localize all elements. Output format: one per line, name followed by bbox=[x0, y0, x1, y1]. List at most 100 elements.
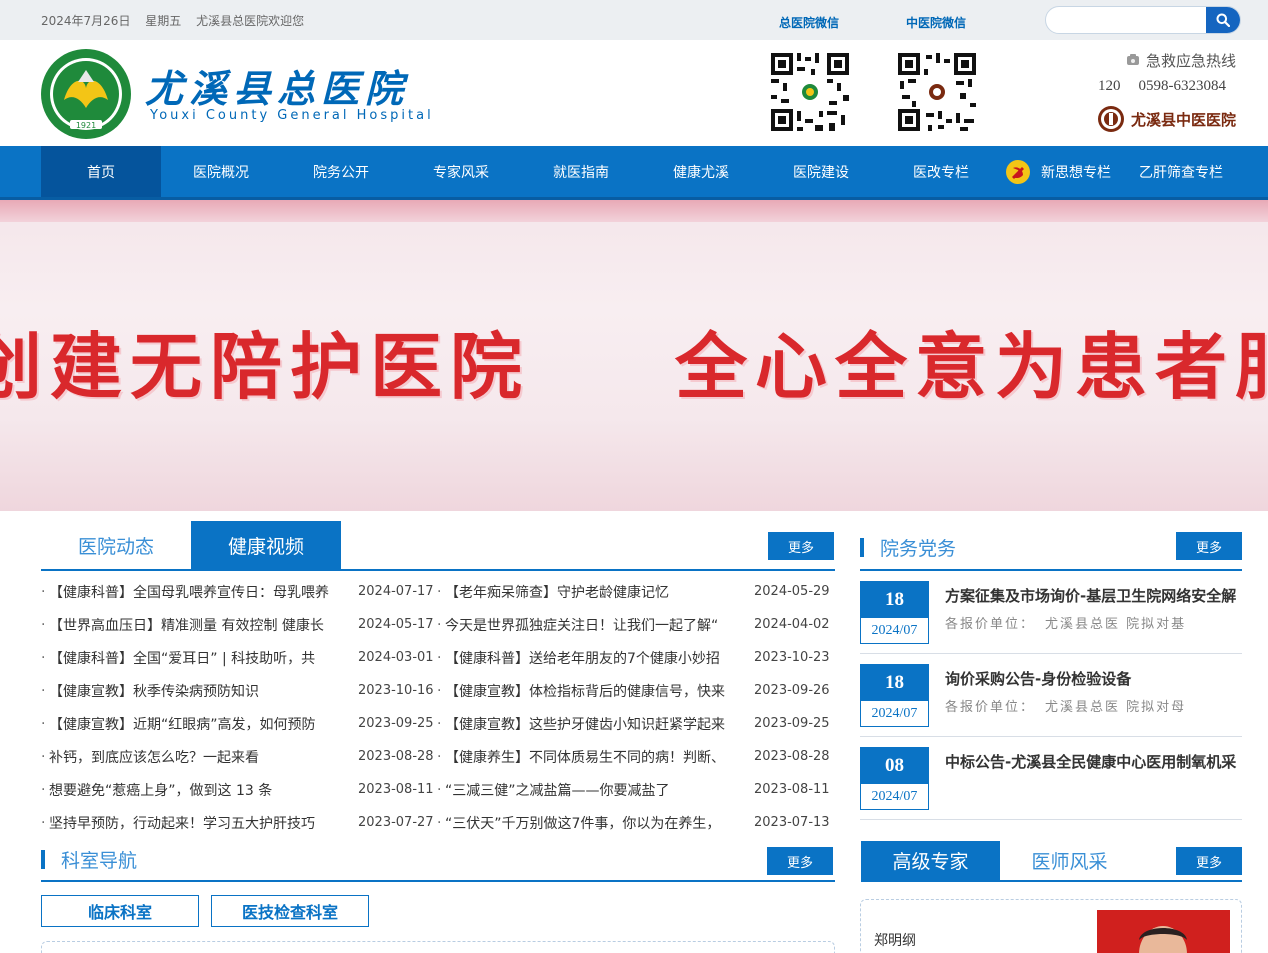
news-title[interactable]: 【健康宣教】近期“红眼病”高发，如何预防 bbox=[49, 714, 348, 734]
news-date: 2024-07-17 bbox=[358, 584, 434, 599]
party-more-button[interactable]: 更多 bbox=[1176, 532, 1242, 560]
medical-tech-dept-button[interactable]: 医技检查科室 bbox=[211, 895, 369, 927]
nav-experts[interactable]: 专家风采 bbox=[401, 146, 521, 197]
news-list-item[interactable]: · “三减三健”之减盐篇——你要减盐了 2023-08-11 bbox=[437, 773, 834, 806]
bullet-icon: · bbox=[437, 715, 442, 732]
current-date: 2024年7月26日 bbox=[41, 14, 131, 28]
news-more-button[interactable]: 更多 bbox=[768, 532, 834, 560]
hotline-short-number: 120 bbox=[1098, 78, 1121, 94]
news-list-item[interactable]: · 补钙，到底应该怎么吃？一起来看 2023-08-28 bbox=[41, 740, 438, 773]
news-title[interactable]: “三伏天”千万别做这7件事，你以为在养生， bbox=[445, 813, 744, 833]
party-list-item[interactable]: 08 2024/07 中标公告-尤溪县全民健康中心医用制氧机采 bbox=[860, 747, 1242, 811]
news-list-item[interactable]: · 想要避免“惹癌上身”，做到这 13 条 2023-08-11 bbox=[41, 773, 438, 806]
banner-slogan-left: 创建无陪护医院 bbox=[0, 324, 531, 409]
news-list-item[interactable]: · 【老年痴呆筛查】守护老龄健康记忆 2024-05-29 bbox=[437, 575, 834, 608]
news-list-item[interactable]: · 坚持早预防，行动起来！学习五大护肝技巧 2023-07-27 bbox=[41, 806, 438, 839]
party-list-item[interactable]: 18 2024/07 方案征集及市场询价-基层卫生院网络安全解 各报价单位： 尤溪县总医… bbox=[860, 581, 1242, 645]
expert-photo[interactable] bbox=[1097, 910, 1230, 953]
news-date: 2023-09-26 bbox=[754, 683, 830, 698]
news-list-item[interactable]: · 【健康养生】不同体质易生不同的病！判断、 2023-08-28 bbox=[437, 740, 834, 773]
hospital-emblem-icon[interactable]: 1921 bbox=[40, 48, 132, 140]
party-list-item[interactable]: 18 2024/07 询价采购公告-身份检验设备 各报价单位： 尤溪县总医 院拟对母 bbox=[860, 664, 1242, 728]
bullet-icon: · bbox=[41, 748, 46, 765]
tab-physician-profile[interactable]: 医师风采 bbox=[1000, 841, 1139, 880]
bullet-icon: · bbox=[437, 649, 442, 666]
news-list-item[interactable]: · 【健康宣教】体检指标背后的健康信号，快来 2023-09-26 bbox=[437, 674, 834, 707]
search-input[interactable] bbox=[1046, 7, 1208, 33]
expert-portrait-image bbox=[1097, 910, 1230, 953]
tcm-hospital-wechat-link[interactable]: 中医院微信 bbox=[906, 14, 966, 31]
tab-health-video[interactable]: 健康视频 bbox=[191, 521, 341, 569]
party-item-title[interactable]: 中标公告-尤溪县全民健康中心医用制氧机采 bbox=[945, 751, 1242, 772]
banner-top-band bbox=[0, 200, 1268, 222]
hero-banner[interactable]: 创建无陪护医院 全心全意为患者服务 bbox=[0, 200, 1268, 511]
phone-icon bbox=[1127, 54, 1139, 65]
nav-hepatitis-screening[interactable]: 乙肝筛查专栏 bbox=[1121, 146, 1241, 197]
bullet-icon: · bbox=[41, 616, 46, 633]
tab-hospital-news[interactable]: 医院动态 bbox=[41, 521, 191, 569]
news-title[interactable]: 补钙，到底应该怎么吃？一起来看 bbox=[49, 747, 348, 767]
date-day: 18 bbox=[861, 582, 928, 618]
news-list-item[interactable]: · 【世界高血压日】精准测量 有效控制 健康长 2024-05-17 bbox=[41, 608, 438, 641]
hospital-name-cn[interactable]: 尤溪县总医院 bbox=[145, 58, 409, 113]
news-title[interactable]: 【健康宣教】秋季传染病预防知识 bbox=[49, 681, 348, 701]
news-title[interactable]: 【健康科普】送给老年朋友的7个健康小妙招 bbox=[445, 648, 744, 668]
news-title[interactable]: 【健康养生】不同体质易生不同的病！判断、 bbox=[445, 747, 744, 767]
news-date: 2023-07-27 bbox=[358, 815, 434, 830]
news-list-item[interactable]: · 【健康宣教】近期“红眼病”高发，如何预防 2023-09-25 bbox=[41, 707, 438, 740]
summary-label: 各报价单位： bbox=[945, 700, 1036, 715]
news-title[interactable]: 【健康科普】全国“爱耳日” | 科技助听，共 bbox=[49, 648, 348, 668]
news-title[interactable]: “三减三健”之减盐篇——你要减盐了 bbox=[445, 780, 744, 800]
party-item-title[interactable]: 方案征集及市场询价-基层卫生院网络安全解 bbox=[945, 585, 1242, 606]
top-bar: 2024年7月26日 星期五 尤溪县总医院欢迎您 总医院微信 中医院微信 bbox=[0, 0, 1268, 40]
news-title[interactable]: 【健康科普】全国母乳喂养宣传日：母乳喂养 bbox=[49, 582, 348, 602]
news-title[interactable]: 【健康宣教】体检指标背后的健康信号，快来 bbox=[445, 681, 744, 701]
experts-more-button[interactable]: 更多 bbox=[1176, 847, 1242, 875]
party-item-title[interactable]: 询价采购公告-身份检验设备 bbox=[945, 668, 1242, 689]
news-title[interactable]: 想要避免“惹癌上身”，做到这 13 条 bbox=[49, 780, 348, 800]
news-list-item[interactable]: · 【健康科普】送给老年朋友的7个健康小妙招 2023-10-23 bbox=[437, 641, 834, 674]
clinical-dept-button[interactable]: 临床科室 bbox=[41, 895, 199, 927]
date-day: 18 bbox=[861, 665, 928, 701]
general-hospital-wechat-link[interactable]: 总医院微信 bbox=[779, 14, 839, 31]
news-title[interactable]: 【健康宣教】这些护牙健齿小知识赶紧学起来 bbox=[445, 714, 744, 734]
nav-hospital-building[interactable]: 医院建设 bbox=[761, 146, 881, 197]
welcome-text: 2024年7月26日 星期五 尤溪县总医院欢迎您 bbox=[41, 12, 315, 29]
dept-header: 科室导航 bbox=[41, 836, 835, 882]
tcm-hospital-link[interactable]: 尤溪县中医医院 bbox=[1097, 105, 1236, 133]
nav-new-thought-column[interactable]: 新思想专栏 bbox=[1001, 146, 1121, 197]
news-list-item[interactable]: · 【健康宣教】这些护牙健齿小知识赶紧学起来 2023-09-25 bbox=[437, 707, 834, 740]
nav-reform-column[interactable]: 医改专栏 bbox=[881, 146, 1001, 197]
news-list-item[interactable]: · 【健康科普】全国母乳喂养宣传日：母乳喂养 2024-07-17 bbox=[41, 575, 438, 608]
news-list-item[interactable]: · “三伏天”千万别做这7件事，你以为在养生， 2023-07-13 bbox=[437, 806, 834, 839]
emergency-hotline-title: 急救应急热线 bbox=[1126, 50, 1236, 71]
news-date: 2023-10-23 bbox=[754, 650, 830, 665]
nav-hospital-overview[interactable]: 医院概况 bbox=[161, 146, 281, 197]
nav-new-thought-label: 新思想专栏 bbox=[1041, 164, 1111, 181]
divider bbox=[860, 819, 1242, 820]
news-title[interactable]: 【世界高血压日】精准测量 有效控制 健康长 bbox=[49, 615, 348, 635]
bullet-icon: · bbox=[41, 781, 46, 798]
news-list-item[interactable]: · 今天是世界孤独症关注日！让我们一起了解“ 2024-04-02 bbox=[437, 608, 834, 641]
site-header: 1921 尤溪县总医院 Youxi County General Hospita… bbox=[0, 40, 1268, 146]
expert-name[interactable]: 郑明纲 bbox=[874, 930, 916, 950]
news-list-item[interactable]: · 【健康科普】全国“爱耳日” | 科技助听，共 2024-03-01 bbox=[41, 641, 438, 674]
news-date: 2024-05-29 bbox=[754, 584, 830, 599]
news-date: 2023-08-11 bbox=[754, 782, 830, 797]
date-day: 08 bbox=[861, 748, 928, 784]
summary-label: 各报价单位： bbox=[945, 617, 1036, 632]
bullet-icon: · bbox=[437, 616, 442, 633]
news-list-item[interactable]: · 【健康宣教】秋季传染病预防知识 2023-10-16 bbox=[41, 674, 438, 707]
divider bbox=[860, 653, 1242, 654]
nav-home[interactable]: 首页 bbox=[41, 146, 161, 197]
dept-more-button[interactable]: 更多 bbox=[767, 847, 833, 875]
news-title[interactable]: 今天是世界孤独症关注日！让我们一起了解“ bbox=[445, 615, 744, 635]
nav-patient-guide[interactable]: 就医指南 bbox=[521, 146, 641, 197]
nav-affairs-disclosure[interactable]: 院务公开 bbox=[281, 146, 401, 197]
search-box bbox=[1045, 6, 1241, 34]
search-button[interactable] bbox=[1206, 7, 1240, 33]
tab-senior-experts[interactable]: 高级专家 bbox=[861, 841, 1000, 880]
news-title[interactable]: 【老年痴呆筛查】守护老龄健康记忆 bbox=[445, 582, 744, 602]
nav-healthy-youxi[interactable]: 健康尤溪 bbox=[641, 146, 761, 197]
news-title[interactable]: 坚持早预防，行动起来！学习五大护肝技巧 bbox=[49, 813, 348, 833]
